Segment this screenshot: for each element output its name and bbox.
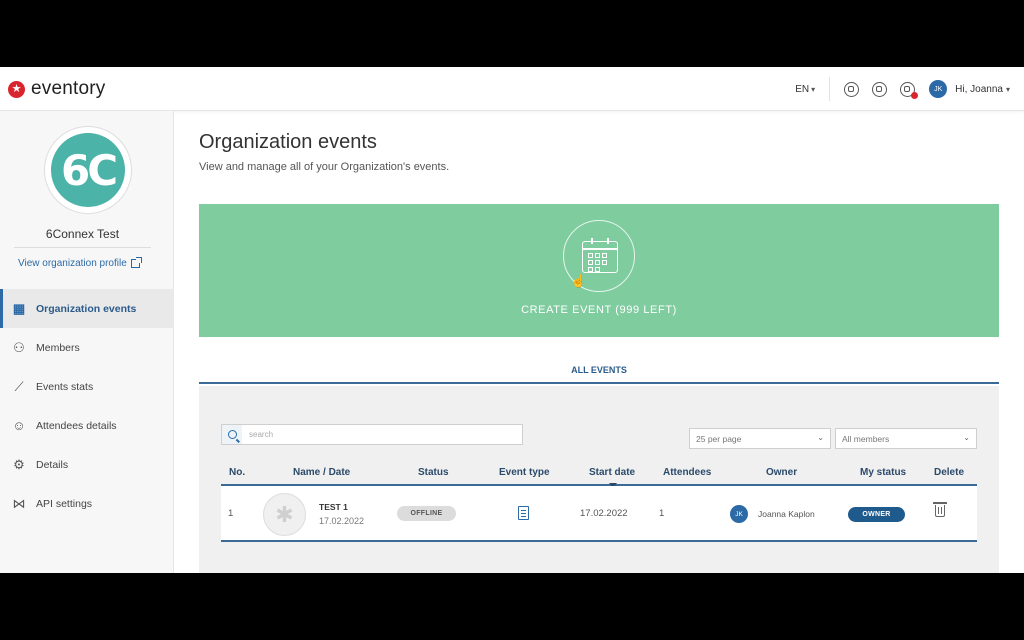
table-header: No. Name / Date Status Event type Start …	[221, 461, 977, 488]
app-window: ★ eventory EN ▾ JK Hi, Joanna ▾ 6C 6Conn…	[0, 67, 1024, 573]
view-org-profile-label: View organization profile	[18, 258, 127, 269]
sidebar-item-organization-events[interactable]: ▦ Organization events	[0, 289, 174, 328]
chevron-down-icon: ▾	[1005, 84, 1010, 94]
members-filter-select[interactable]: All members ⌄	[835, 428, 977, 449]
event-placeholder-icon: ✱	[263, 493, 306, 536]
event-type-icon	[518, 506, 529, 520]
chevron-down-icon: ⌄	[963, 433, 970, 442]
column-header-delete[interactable]: Delete	[934, 467, 964, 478]
external-link-icon	[130, 257, 142, 268]
table-row[interactable]: 1 ✱ TEST 1 17.02.2022 OFFLINE 17.02.2022…	[221, 486, 977, 542]
create-event-banner[interactable]: ☝ CREATE EVENT (999 LEFT)	[199, 204, 999, 337]
top-bar: ★ eventory EN ▾ JK Hi, Joanna ▾	[0, 67, 1024, 111]
user-menu[interactable]: JK Hi, Joanna ▾	[929, 80, 1010, 98]
language-selector[interactable]: EN ▾	[795, 77, 831, 101]
sidebar-item-label: Members	[36, 341, 80, 354]
sidebar-item-label: Organization events	[36, 302, 137, 315]
sidebar-item-api-settings[interactable]: ⋈ API settings	[0, 484, 174, 523]
share-icon: ⋈	[12, 495, 26, 511]
language-label: EN	[795, 83, 810, 95]
sidebar: 6C 6Connex Test View organization profil…	[0, 111, 174, 573]
search-input[interactable]: search	[221, 424, 523, 445]
members-filter-value: All members	[842, 433, 890, 444]
tabs: ALL EVENTS	[199, 361, 999, 384]
user-greeting: Hi, Joanna	[955, 83, 1003, 95]
gear-icon: ⚙	[13, 456, 25, 472]
per-page-value: 25 per page	[696, 433, 742, 444]
attendees-count: 1	[659, 508, 665, 519]
event-name[interactable]: TEST 1	[319, 502, 348, 512]
sidebar-item-label: Details	[36, 458, 69, 471]
page-title: Organization events	[199, 131, 377, 153]
members-icon: ⚇	[13, 339, 25, 355]
column-header-no[interactable]: No.	[229, 467, 245, 478]
owner-name: Joanna Kaplon	[758, 509, 815, 519]
chevron-down-icon: ⌄	[817, 433, 824, 442]
column-header-status[interactable]: Status	[418, 467, 449, 478]
events-panel: search 25 per page ⌄ All members ⌄ No. N…	[199, 386, 999, 573]
owner-avatar: JK	[730, 505, 748, 523]
divider	[14, 247, 151, 248]
sidebar-item-label: Attendees details	[36, 419, 117, 432]
events-table: No. Name / Date Status Event type Start …	[221, 461, 977, 542]
my-status-badge: OWNER	[848, 507, 905, 522]
row-number: 1	[228, 508, 234, 519]
sidebar-item-members[interactable]: ⚇ Members	[0, 328, 174, 367]
column-header-name-date[interactable]: Name / Date	[293, 467, 350, 478]
sidebar-item-attendees-details[interactable]: ☺ Attendees details	[0, 406, 174, 445]
eventory-logo[interactable]: ★ eventory	[8, 78, 106, 99]
calendar-icon	[582, 238, 618, 273]
org-logo: 6C	[44, 126, 132, 214]
attendees-icon: ☺	[12, 418, 26, 433]
column-header-my-status[interactable]: My status	[860, 467, 906, 478]
search-icon	[222, 425, 242, 444]
chart-line-icon: ⟋	[14, 378, 24, 394]
sidebar-nav: ▦ Organization events ⚇ Members ⟋ Events…	[0, 289, 174, 523]
notifications-icon[interactable]	[900, 81, 919, 99]
calendar-icon: ▦	[12, 300, 26, 316]
chat-icon[interactable]	[844, 81, 860, 97]
notification-dot	[911, 91, 919, 99]
org-name: 6Connex Test	[45, 227, 120, 241]
view-org-profile-link[interactable]: View organization profile	[18, 257, 142, 269]
org-logo-mark: 6C	[51, 133, 125, 207]
sidebar-item-label: API settings	[36, 497, 93, 510]
sidebar-item-label: Events stats	[36, 380, 94, 393]
chevron-down-icon: ▾	[811, 84, 816, 94]
sidebar-item-events-stats[interactable]: ⟋ Events stats	[0, 367, 174, 406]
status-badge: OFFLINE	[397, 506, 456, 521]
trash-icon[interactable]	[933, 502, 947, 517]
search-placeholder: search	[249, 430, 274, 439]
sidebar-item-details[interactable]: ⚙ Details	[0, 445, 174, 484]
hand-cursor-icon: ☝	[571, 274, 586, 288]
column-header-start-date[interactable]: Start date	[589, 467, 635, 478]
page-subtitle: View and manage all of your Organization…	[199, 161, 450, 173]
logo-star-icon: ★	[8, 80, 25, 98]
logo-text: eventory	[31, 78, 106, 99]
per-page-select[interactable]: 25 per page ⌄	[689, 428, 831, 449]
help-icon[interactable]	[872, 81, 888, 97]
start-date: 17.02.2022	[580, 508, 628, 519]
event-date: 17.02.2022	[319, 516, 365, 526]
user-avatar: JK	[929, 80, 948, 98]
tab-all-events[interactable]: ALL EVENTS	[199, 365, 999, 375]
column-header-attendees[interactable]: Attendees	[663, 467, 711, 478]
column-header-owner[interactable]: Owner	[766, 467, 797, 478]
column-header-event-type[interactable]: Event type	[499, 467, 550, 478]
create-event-label: CREATE EVENT (999 LEFT)	[521, 304, 677, 316]
